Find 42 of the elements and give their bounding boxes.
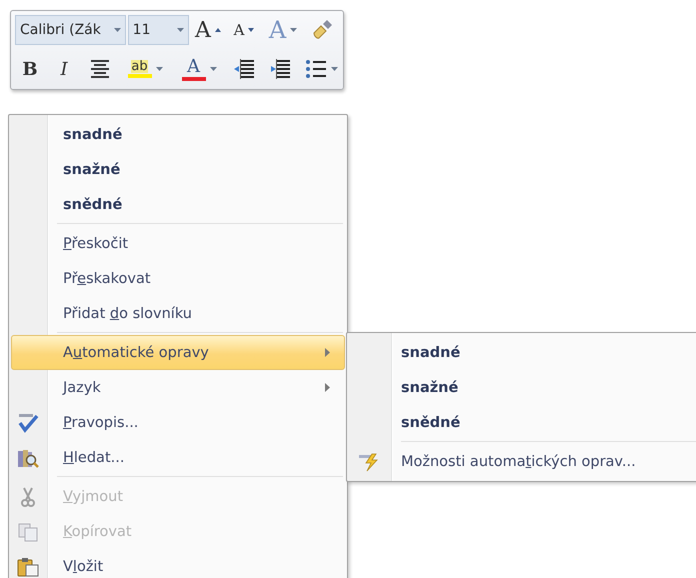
menu-item[interactable]: Automatické opravy — [11, 335, 345, 370]
brush-icon — [311, 19, 333, 41]
suggestion-item[interactable]: snažné — [349, 370, 696, 405]
menu-item[interactable]: Přidat do slovníku — [11, 296, 345, 331]
spell-check-icon — [17, 413, 39, 433]
indent-icon — [269, 59, 291, 79]
caret-icon — [114, 28, 121, 32]
bullet-list-icon — [304, 59, 326, 79]
submenu-arrow-icon — [325, 383, 330, 392]
shrink-font-button[interactable]: A — [227, 16, 261, 44]
lightning-icon — [358, 452, 380, 472]
outdent-icon — [233, 59, 255, 79]
caret-icon — [290, 28, 298, 32]
submenu-arrow-icon — [325, 348, 330, 357]
bold-button[interactable]: B — [15, 55, 45, 83]
highlight-button[interactable]: ab — [119, 55, 171, 83]
caret-icon — [177, 28, 184, 32]
font-size-field[interactable]: 11 — [128, 15, 189, 45]
italic-button[interactable]: I — [47, 55, 81, 83]
caret-icon — [210, 67, 216, 71]
down-triangle-icon — [248, 28, 254, 32]
menu-item[interactable]: Přeskakovat — [11, 261, 345, 296]
caret-icon — [156, 67, 162, 71]
menu-item[interactable]: Jazyk — [11, 370, 345, 405]
suggestion-item[interactable]: snadné — [349, 335, 696, 370]
up-triangle-icon — [214, 28, 221, 32]
font-name-field[interactable]: Calibri (Zák — [15, 15, 126, 45]
menu-item[interactable]: Možnosti automatických oprav... — [349, 444, 696, 479]
suggestion-item[interactable]: snažné — [11, 152, 345, 187]
suggestion-item[interactable]: snadné — [11, 117, 345, 152]
find-icon — [17, 448, 39, 468]
menu-item[interactable]: Hledat... — [11, 440, 345, 475]
caret-icon — [330, 67, 338, 71]
align-center-icon — [89, 59, 111, 79]
menu-item[interactable]: Pravopis... — [11, 405, 345, 440]
font-color-button[interactable]: A — [173, 55, 225, 83]
suggestion-item[interactable]: snědné — [11, 187, 345, 222]
menu-item[interactable]: Vložit — [11, 549, 345, 578]
grow-font-button[interactable]: A — [191, 16, 225, 44]
suggestion-item[interactable]: snědné — [349, 405, 696, 440]
copy-icon — [17, 522, 39, 542]
menu-item[interactable]: Přeskočit — [11, 226, 345, 261]
